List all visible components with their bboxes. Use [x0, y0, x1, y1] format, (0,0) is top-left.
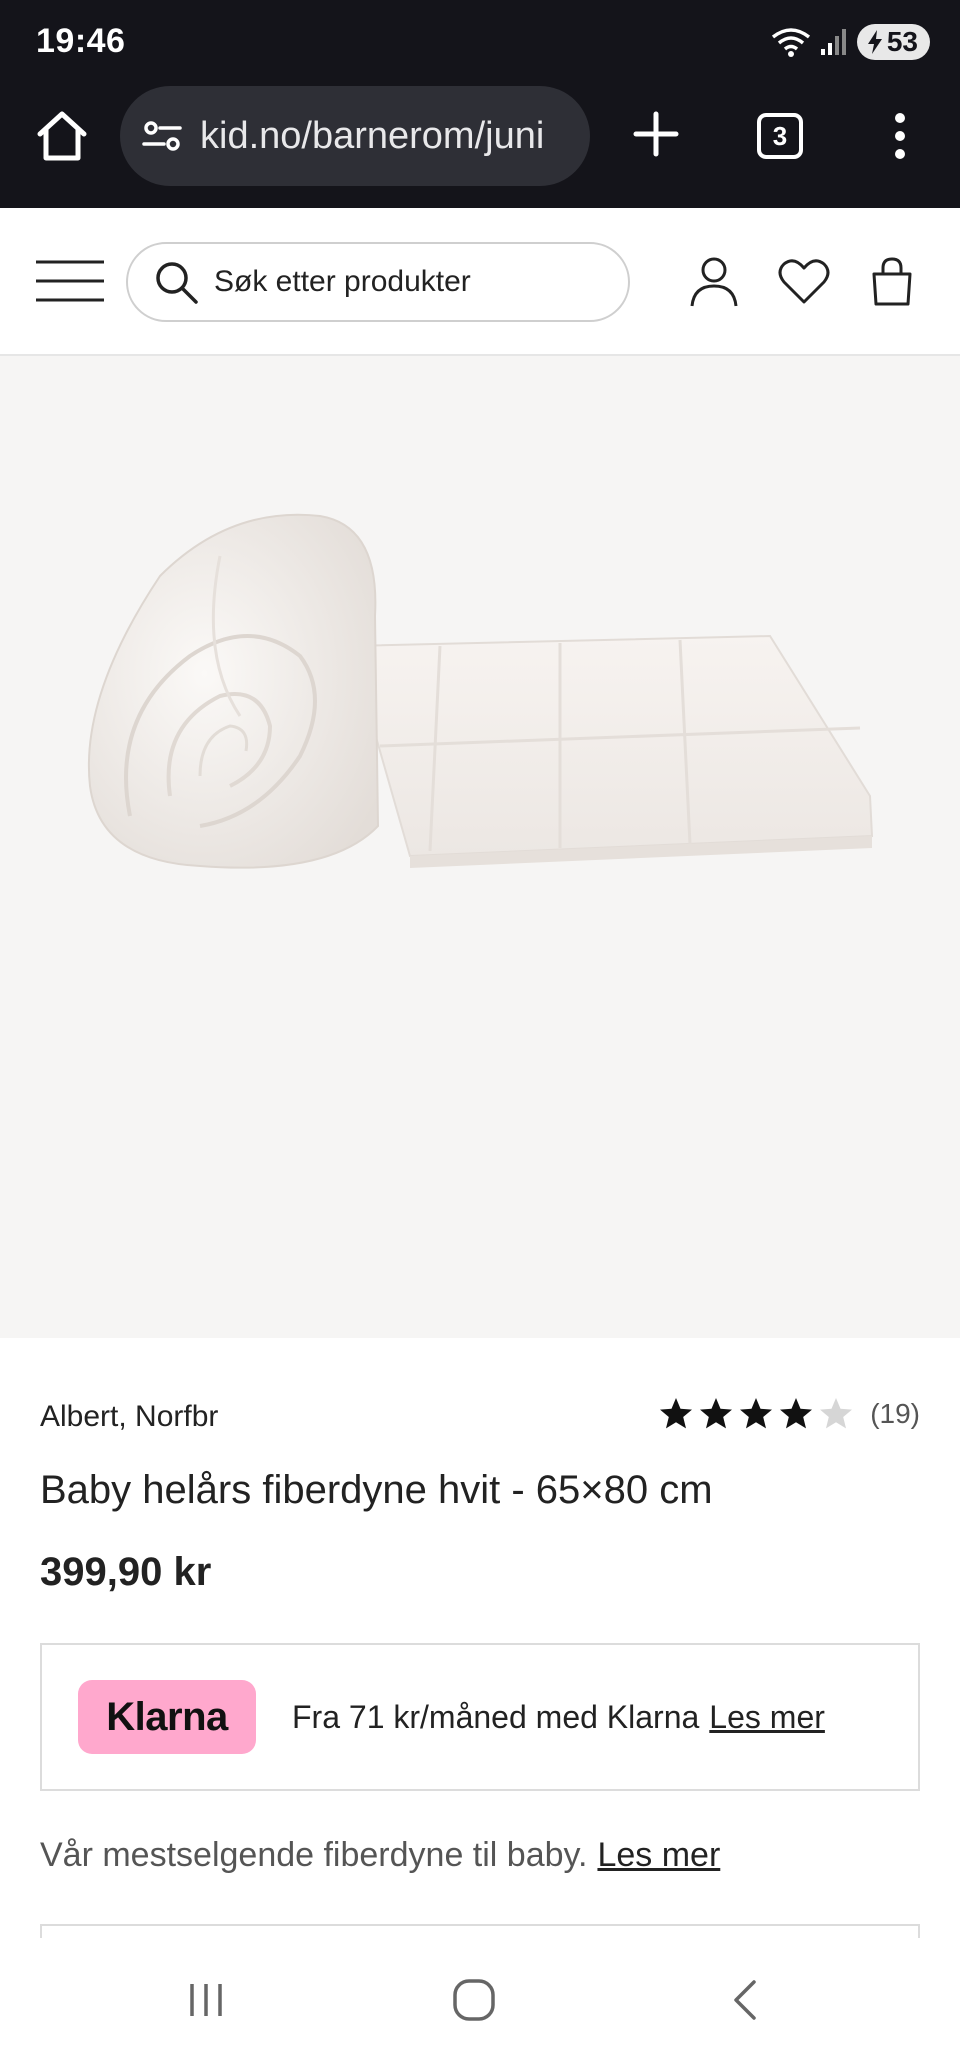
tabs-icon[interactable]: 3	[757, 113, 803, 159]
battery-charging-icon	[867, 30, 882, 54]
signal-icon	[820, 29, 846, 55]
battery-level: 53	[886, 26, 918, 57]
cart-icon[interactable]	[864, 254, 920, 310]
wifi-icon	[771, 28, 810, 57]
klarna-installment-text: Fra 71 kr/måned med Klarna	[292, 1698, 700, 1735]
klarna-text: Fra 71 kr/måned med Klarna Les mer	[292, 1699, 825, 1736]
search-icon	[156, 262, 198, 304]
review-count[interactable]: (19)	[870, 1398, 920, 1430]
home-icon[interactable]	[34, 108, 90, 164]
menu-icon[interactable]	[36, 258, 104, 304]
klarna-logo: Klarna	[78, 1680, 256, 1754]
description-text: Vår mestselgende fiberdyne til baby.	[40, 1836, 588, 1874]
wishlist-icon[interactable]	[776, 254, 832, 310]
search-box[interactable]	[126, 242, 630, 322]
star-filled-icon	[700, 1398, 733, 1429]
search-input[interactable]	[214, 265, 594, 299]
rating-stars	[658, 1396, 854, 1432]
klarna-read-more-link[interactable]: Les mer	[709, 1699, 825, 1735]
site-header	[0, 208, 960, 356]
back-icon[interactable]	[722, 1976, 770, 2024]
product-description: Vår mestselgende fiberdyne til baby. Les …	[40, 1836, 720, 1875]
product-brand[interactable]: Albert, Norfbr	[40, 1400, 218, 1434]
product-title: Baby helårs fiberdyne hvit - 65×80 cm	[40, 1468, 713, 1512]
product-rating[interactable]: (19)	[658, 1396, 920, 1432]
white-duvet-image	[87, 513, 874, 869]
account-icon[interactable]	[686, 254, 742, 310]
status-bar: 19:46 53	[0, 0, 960, 86]
browser-toolbar: kid.no/barnerom/juni 3	[0, 86, 960, 208]
star-filled-icon	[780, 1398, 813, 1429]
star-empty-icon	[820, 1398, 853, 1429]
star-filled-icon	[660, 1398, 693, 1429]
recent-apps-icon[interactable]	[182, 1976, 230, 2024]
battery-indicator: 53	[856, 24, 930, 60]
status-icons: 53	[771, 22, 930, 62]
star-filled-icon	[740, 1398, 773, 1429]
more-icon[interactable]	[884, 108, 916, 164]
description-read-more-link[interactable]: Les mer	[597, 1836, 720, 1874]
status-time: 19:46	[36, 22, 126, 60]
site-settings-icon[interactable]	[140, 114, 184, 158]
product-price: 399,90 kr	[40, 1550, 212, 1594]
address-bar[interactable]: kid.no/barnerom/juni	[120, 86, 590, 186]
system-nav-bar	[0, 1938, 960, 2059]
home-nav-icon[interactable]	[450, 1976, 498, 2024]
new-tab-icon[interactable]	[630, 108, 682, 160]
tab-count: 3	[772, 120, 788, 151]
url-text[interactable]: kid.no/barnerom/juni	[200, 115, 544, 158]
product-image[interactable]	[0, 356, 960, 1338]
klarna-banner: Klarna Fra 71 kr/måned med Klarna Les mer	[40, 1643, 920, 1791]
